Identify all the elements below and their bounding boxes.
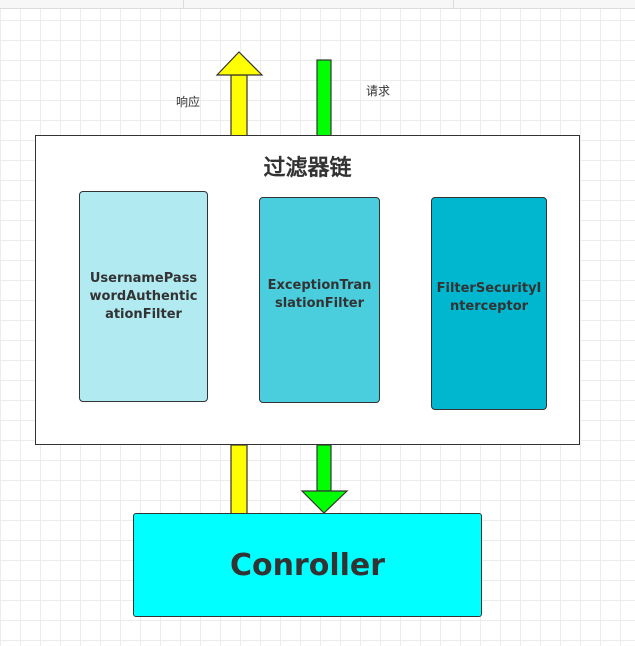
filter-label: FilterSecurityInterceptor [436, 280, 542, 314]
username-password-authentication-filter[interactable]: UsernamePasswordAuthenticationFilter [79, 191, 208, 402]
filter-security-interceptor[interactable]: FilterSecurityInterceptor [431, 197, 547, 410]
request-arrow-shaft-upper [316, 59, 332, 138]
filter-label: ExceptionTranslationFilter [267, 278, 372, 311]
response-arrow-head [215, 51, 264, 76]
response-arrow-shaft-upper [230, 74, 248, 138]
filter-chain-title: 过滤器链 [263, 156, 352, 181]
controller-label: Conroller [229, 547, 386, 583]
request-label: 请求 [366, 84, 391, 98]
controller-box[interactable]: Conroller [133, 513, 482, 617]
response-arrow-shaft-lower [230, 444, 248, 515]
request-arrow-shaft-lower [316, 444, 332, 492]
exception-translation-filter[interactable]: ExceptionTranslationFilter [259, 197, 380, 403]
response-label: 响应 [176, 95, 201, 109]
request-arrow-head [300, 490, 349, 514]
filter-label: UsernamePasswordAuthenticationFilter [89, 270, 198, 322]
